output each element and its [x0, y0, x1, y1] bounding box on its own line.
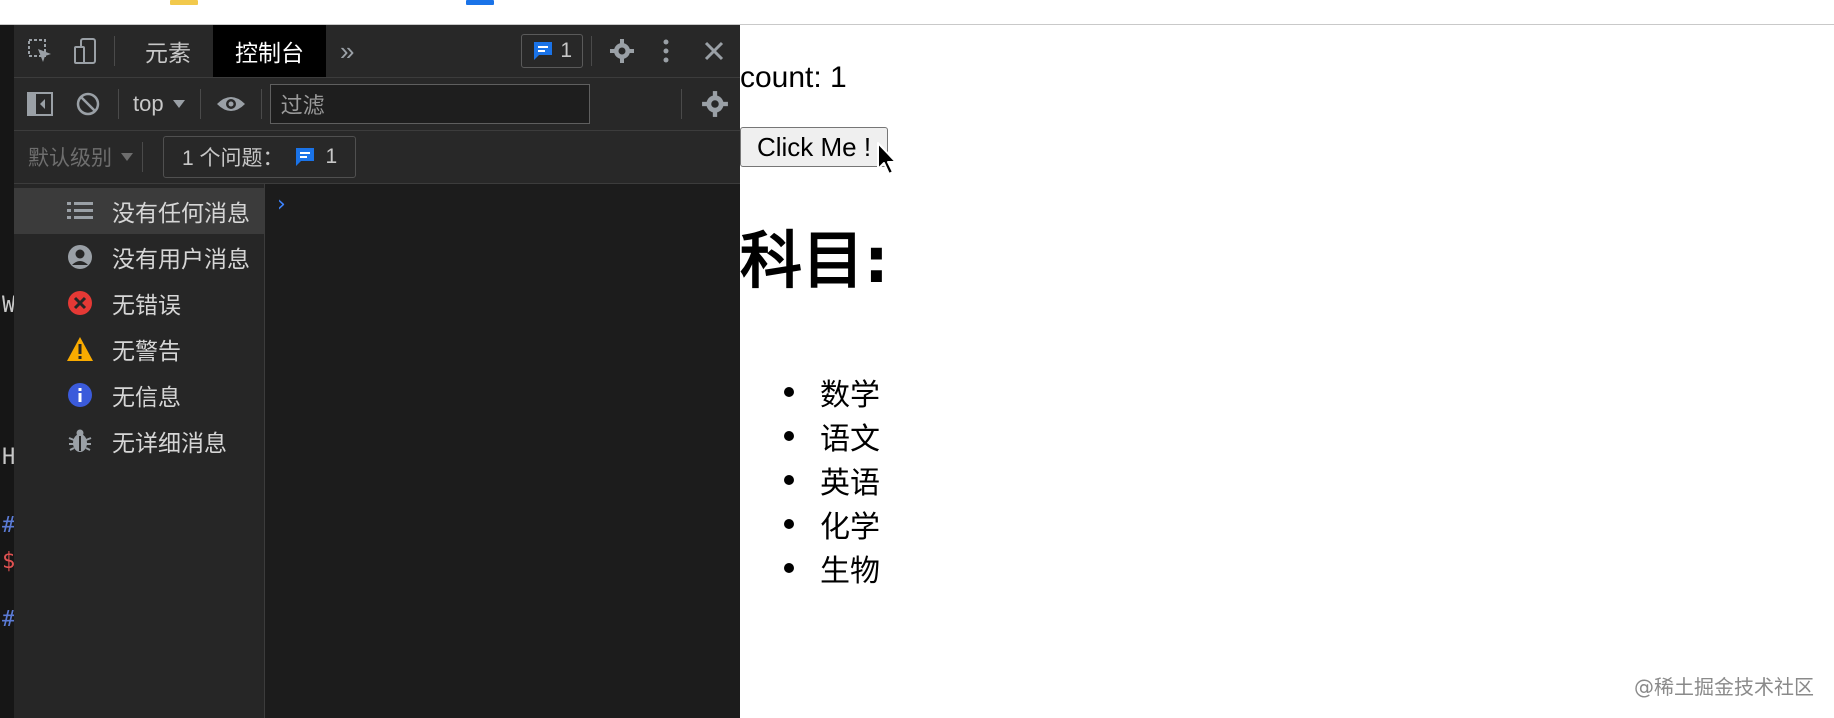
sidebar-item-all-messages[interactable]: 没有任何消息: [14, 188, 264, 234]
kebab-menu-icon[interactable]: [644, 25, 688, 77]
divider: [142, 142, 143, 172]
issues-count: 1: [325, 145, 338, 168]
bullet-icon: [784, 519, 794, 529]
error-icon: [66, 289, 94, 317]
sidebar-item-label: 无错误: [112, 292, 181, 318]
device-toolbar-icon[interactable]: [66, 25, 106, 77]
bullet-icon: [784, 431, 794, 441]
console-sidebar: 没有任何消息 没有用户消息 无错误 无警告 无信息 无详细消息: [14, 184, 265, 718]
context-value: top: [133, 91, 164, 116]
sidebar-item-label: 没有用户消息: [112, 246, 250, 272]
sidebar-item-label: 没有任何消息: [112, 200, 250, 226]
bullet-icon: [784, 475, 794, 485]
settings-gear-icon[interactable]: [600, 25, 644, 77]
dropdown-arrow-icon: [121, 153, 133, 161]
divider: [681, 89, 682, 119]
info-icon: [66, 381, 94, 409]
list-item-label: 语文: [820, 422, 880, 457]
editor-char: #: [2, 607, 14, 632]
clear-console-icon[interactable]: [66, 78, 110, 130]
devtools-panel: 元素 控制台 » 1 top 过滤 默认级别 1 个问题： 1 没有任何消息 没…: [14, 25, 740, 718]
bug-icon: [66, 427, 94, 455]
list-item: 生物: [784, 546, 880, 590]
browser-top-strip: [0, 0, 1834, 25]
bookmark-icon: [170, 0, 198, 5]
list-item-label: 化学: [820, 510, 880, 545]
close-icon[interactable]: [688, 25, 740, 77]
sidebar-item-label: 无详细消息: [112, 430, 227, 456]
list-item: 语文: [784, 414, 880, 458]
console-output[interactable]: ›: [265, 184, 740, 718]
list-item-label: 数学: [820, 378, 880, 413]
more-tabs-button[interactable]: »: [326, 25, 368, 77]
sidebar-item-errors[interactable]: 无错误: [14, 280, 264, 326]
issues-badge[interactable]: 1: [521, 34, 583, 68]
bookmark-icon: [466, 0, 494, 5]
click-me-button[interactable]: Click Me !: [740, 127, 888, 167]
sidebar-item-verbose[interactable]: 无详细消息: [14, 418, 264, 464]
editor-char: #: [2, 513, 14, 538]
list-item: 英语: [784, 458, 880, 502]
list-icon: [66, 197, 94, 225]
message-icon: [295, 148, 314, 166]
bullet-icon: [784, 563, 794, 573]
subject-list: 数学 语文 英语 化学 生物: [784, 370, 880, 590]
console-levels-bar: 默认级别 1 个问题： 1: [14, 131, 740, 184]
editor-char: W: [2, 293, 14, 318]
list-item-label: 生物: [820, 554, 880, 589]
issues-button[interactable]: 1 个问题： 1: [163, 136, 357, 178]
divider: [260, 89, 262, 119]
watermark-text: @稀土掘金技术社区: [1634, 675, 1814, 699]
sidebar-item-warnings[interactable]: 无警告: [14, 326, 264, 372]
count-text: count: 1: [740, 61, 847, 94]
list-item: 数学: [784, 370, 880, 414]
sidebar-toggle-icon[interactable]: [14, 78, 66, 130]
inspect-element-icon[interactable]: [14, 25, 66, 77]
mouse-cursor-icon: [877, 142, 897, 175]
warning-icon: [66, 335, 94, 363]
divider: [114, 36, 115, 66]
console-toolbar: top 过滤: [14, 78, 740, 131]
tab-console[interactable]: 控制台: [213, 25, 326, 77]
divider: [199, 89, 201, 119]
web-page: count: 1 Click Me ! 科目: 数学 语文 英语 化学 生物 @…: [740, 25, 1834, 718]
subjects-heading: 科目:: [740, 224, 889, 297]
bullet-icon: [784, 387, 794, 397]
issues-badge-count: 1: [560, 39, 572, 62]
message-icon: [534, 42, 553, 60]
editor-edge: W H # $ #: [0, 25, 14, 718]
list-item: 化学: [784, 502, 880, 546]
log-level-select[interactable]: 默认级别: [14, 142, 134, 172]
sidebar-item-info[interactable]: 无信息: [14, 372, 264, 418]
editor-char: H: [2, 445, 14, 470]
console-settings-gear-icon[interactable]: [690, 78, 740, 130]
live-expression-eye-icon[interactable]: [209, 78, 253, 130]
console-prompt: ›: [277, 192, 286, 217]
tab-elements[interactable]: 元素: [123, 25, 213, 77]
context-select[interactable]: top: [127, 91, 192, 117]
sidebar-item-user-messages[interactable]: 没有用户消息: [14, 234, 264, 280]
filter-input[interactable]: 过滤: [269, 84, 590, 124]
editor-char: $: [2, 549, 14, 574]
list-item-label: 英语: [820, 466, 880, 501]
sidebar-item-label: 无警告: [112, 338, 181, 364]
divider: [591, 36, 592, 66]
issues-label: 1 个问题：: [182, 147, 284, 170]
dropdown-arrow-icon: [172, 100, 185, 108]
devtools-tabbar: 元素 控制台 » 1: [14, 25, 740, 78]
divider: [118, 89, 119, 119]
log-level-value: 默认级别: [28, 147, 112, 170]
sidebar-item-label: 无信息: [112, 384, 181, 410]
user-icon: [66, 243, 94, 271]
